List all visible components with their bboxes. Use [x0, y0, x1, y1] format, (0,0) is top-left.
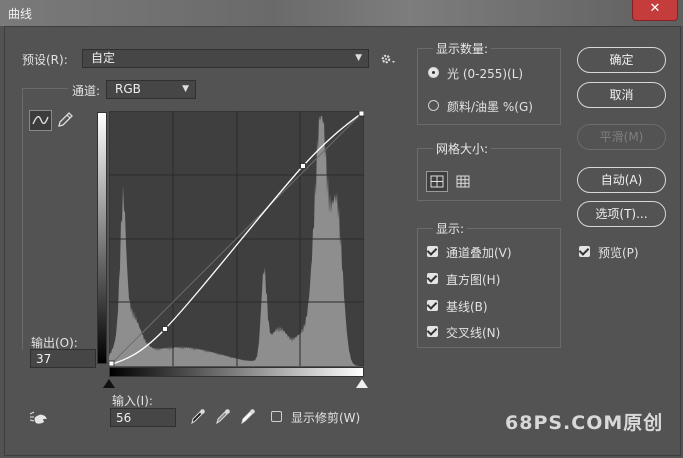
gear-icon[interactable]: [380, 52, 398, 66]
window-title: 曲线: [8, 7, 33, 21]
preview-checkbox[interactable]: [579, 246, 590, 257]
channel-overlay-checkbox[interactable]: [427, 246, 438, 257]
channel-overlay-label: 通道叠加(V): [446, 246, 512, 260]
radio-pigment[interactable]: [428, 100, 439, 111]
preview-label: 预览(P): [598, 246, 639, 260]
baseline-checkbox[interactable]: [427, 300, 438, 311]
curve-point[interactable]: [300, 163, 306, 169]
white-point-slider[interactable]: [356, 379, 368, 388]
chevron-down-icon: ▼: [182, 84, 189, 94]
detailed-grid-button[interactable]: [452, 171, 474, 192]
radio-light-label: 光 (0-255)(L): [447, 67, 524, 81]
intersection-line-checkbox[interactable]: [427, 326, 438, 337]
black-eyedropper-icon[interactable]: [190, 408, 206, 425]
channel-dropdown[interactable]: RGB ▼: [106, 80, 196, 99]
pencil-tool[interactable]: [55, 110, 75, 130]
target-adjustment-icon[interactable]: [29, 410, 52, 426]
simple-grid-button[interactable]: [426, 171, 448, 192]
close-button[interactable]: ✕: [632, 0, 678, 21]
show-amount-title: 显示数量:: [433, 40, 492, 57]
preset-label: 预设(R):: [22, 53, 68, 67]
auto-button[interactable]: 自动(A): [577, 167, 666, 193]
preset-value: 自定: [91, 51, 116, 65]
pencil-icon: [58, 112, 73, 127]
input-gradient: [109, 367, 364, 377]
detailed-grid-icon: [456, 175, 470, 188]
intersection-line-label: 交叉线(N): [446, 326, 501, 340]
radio-pigment-label: 颜料/油墨 %(G): [447, 100, 533, 114]
simple-grid-icon: [430, 175, 444, 188]
channel-label: 通道:: [72, 84, 101, 98]
curve-point[interactable]: [162, 326, 168, 332]
curve-point[interactable]: [109, 360, 115, 366]
smooth-button[interactable]: 平滑(M): [577, 124, 666, 150]
input-field[interactable]: 56: [110, 408, 176, 427]
radio-light[interactable]: [428, 67, 439, 78]
cancel-button[interactable]: 取消: [577, 82, 666, 108]
curve-icon: [32, 115, 49, 125]
preset-dropdown[interactable]: 自定 ▼: [82, 49, 369, 68]
show-clipping-label: 显示修剪(W): [291, 411, 361, 425]
curve-graph[interactable]: [109, 111, 364, 366]
panel-divider-top: [22, 88, 68, 89]
output-field[interactable]: 37: [30, 349, 96, 368]
options-button[interactable]: 选项(T)...: [577, 201, 666, 227]
chevron-down-icon: ▼: [355, 53, 362, 63]
input-label: 输入(I):: [112, 394, 153, 408]
histogram-checkbox[interactable]: [427, 273, 438, 284]
display-title: 显示:: [433, 220, 468, 237]
histogram-label: 直方图(H): [446, 273, 501, 287]
curve-edit-tool[interactable]: [29, 110, 52, 131]
show-clipping-checkbox[interactable]: [271, 411, 282, 422]
panel-divider: [22, 88, 23, 350]
channel-value: RGB: [115, 82, 141, 96]
white-eyedropper-icon[interactable]: [240, 408, 256, 425]
ok-button[interactable]: 确定: [577, 47, 666, 73]
gray-eyedropper-icon[interactable]: [215, 408, 231, 425]
output-gradient: [97, 112, 107, 364]
watermark: 68PS.COM原创: [505, 412, 664, 434]
curve-point[interactable]: [358, 111, 364, 117]
title-bar: 曲线 ✕: [0, 0, 683, 26]
grid-size-title: 网格大小:: [433, 140, 492, 157]
baseline-label: 基线(B): [446, 300, 488, 314]
black-point-slider[interactable]: [103, 379, 115, 388]
